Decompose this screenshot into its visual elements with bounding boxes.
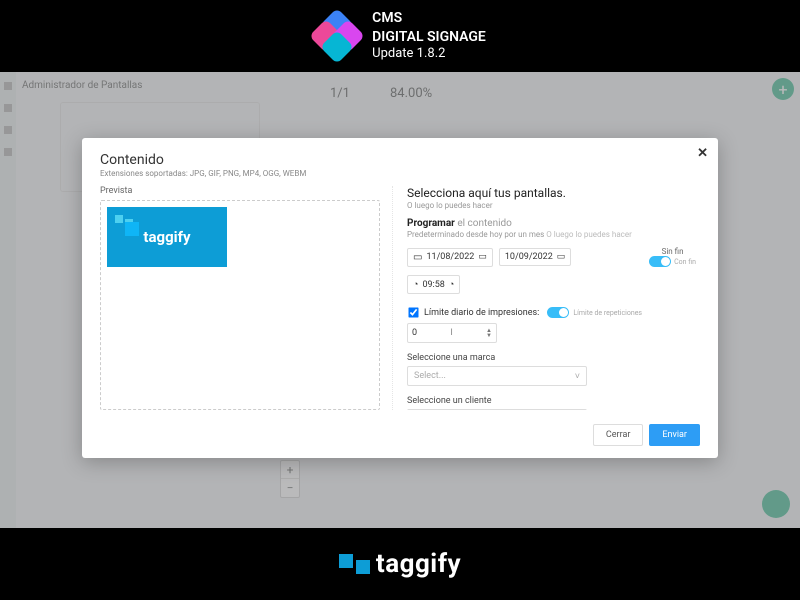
cms-logo-icon (314, 13, 360, 59)
clock-icon: ◔ (413, 279, 418, 290)
calendar-icon: ▭ (478, 252, 487, 262)
chevron-down-icon: ˅ (575, 371, 580, 382)
screens-heading: Selecciona aquí tus pantallas. (407, 186, 696, 200)
brand-label: Seleccione una marca (407, 353, 696, 363)
update-banner: CMS DIGITAL SIGNAGE Update 1.8.2 (0, 0, 800, 72)
brand-name: taggify (376, 549, 461, 579)
date-to-input[interactable]: 10/09/2022 ▭ (499, 248, 571, 266)
preview-label: Prevista (100, 186, 380, 196)
impression-limit-row: Límite diario de impresiones: Límite de … (407, 306, 696, 319)
content-modal: ✕ Contenido Extensiones soportadas: JPG,… (82, 138, 718, 458)
limit-label: Límite diario de impresiones: (424, 308, 539, 318)
schedule-heading: Programar el contenido (407, 218, 696, 229)
modal-title: Contenido (100, 152, 700, 168)
brand-select[interactable]: Select... ˅ (407, 366, 587, 386)
preview-thumbnail[interactable]: taggify (107, 207, 227, 267)
close-icon[interactable]: ✕ (697, 146, 708, 161)
banner-line3: Update 1.8.2 (372, 46, 486, 63)
schedule-hint: Predeterminado desde hoy por un mes O lu… (407, 230, 696, 239)
limit-toggle[interactable] (547, 307, 569, 318)
date-from-input[interactable]: ▭ 11/08/2022 ▭ (407, 248, 493, 267)
endless-toggle-block: Sin fin Con fin (649, 247, 696, 267)
clock-icon: ◔ (449, 279, 454, 290)
preview-dropzone[interactable]: taggify (100, 200, 380, 410)
stepper-icon[interactable]: ▲▼ (486, 328, 492, 338)
screens-hint: O luego lo puedes hacer (407, 201, 696, 210)
settings-column: Selecciona aquí tus pantallas. O luego l… (392, 186, 700, 410)
modal-footer: Cerrar Enviar (100, 418, 700, 446)
endless-label: Sin fin (662, 247, 684, 256)
modal-subtitle: Extensiones soportadas: JPG, GIF, PNG, M… (100, 169, 700, 178)
calendar-icon: ▭ (557, 252, 566, 262)
cancel-button[interactable]: Cerrar (593, 424, 644, 446)
limit-checkbox[interactable] (408, 307, 418, 317)
banner-text: CMS DIGITAL SIGNAGE Update 1.8.2 (372, 9, 486, 62)
brand-footer: taggify (0, 528, 800, 600)
banner-line1: CMS (372, 9, 486, 27)
calendar-icon: ▭ (413, 252, 422, 263)
preview-brand-text: taggify (143, 228, 190, 246)
banner-line2: DIGITAL SIGNAGE (372, 28, 486, 46)
limit-sub: Límite de repeticiones (573, 309, 642, 317)
client-label: Seleccione un cliente (407, 396, 696, 406)
submit-button[interactable]: Enviar (649, 424, 700, 446)
preview-column: Prevista taggify (100, 186, 380, 410)
client-select[interactable]: Select... ˅ (407, 409, 587, 410)
limit-value-input[interactable]: 0 I ▲▼ (407, 323, 497, 343)
time-input[interactable]: ◔ 09:58 ◔ (407, 275, 460, 294)
endless-toggle[interactable] (649, 256, 671, 267)
taggify-logo-icon (339, 554, 370, 574)
